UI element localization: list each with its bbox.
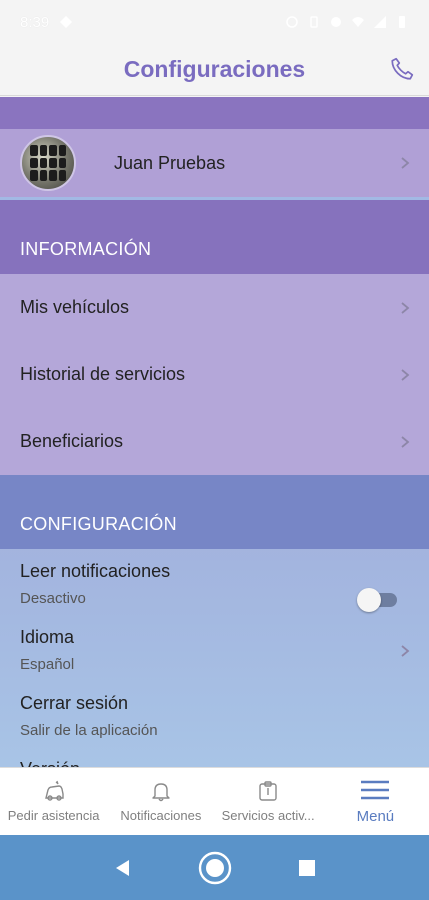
information-list: Mis vehículos Historial de servicios Ben…	[0, 274, 429, 475]
menu-item-service-history[interactable]: Historial de servicios	[0, 341, 429, 408]
clipboard-icon	[259, 781, 277, 801]
data-saver-icon	[331, 17, 341, 27]
wifi-icon	[352, 17, 364, 27]
nav-label: Notificaciones	[120, 808, 202, 823]
status-time: 8:39	[20, 13, 50, 31]
app-notification-icon	[60, 16, 73, 28]
status-bar: 8:39	[0, 0, 429, 44]
language-label: Idioma	[20, 627, 75, 647]
bottom-navigation: Pedir asistencia Notificaciones Servicio…	[0, 767, 429, 835]
call-button[interactable]	[385, 52, 419, 86]
toggle-knob	[357, 588, 381, 612]
settings-content[interactable]: Juan Pruebas INFORMACIÓN Mis vehículos H…	[0, 97, 429, 767]
menu-item-beneficiaries[interactable]: Beneficiarios	[0, 408, 429, 475]
avatar	[20, 135, 76, 191]
vibrate-icon	[310, 16, 318, 28]
hamburger-menu-icon	[361, 780, 390, 800]
notifications-status: Desactivo	[20, 590, 86, 607]
battery-icon	[399, 16, 405, 28]
page-title: Configuraciones	[123, 56, 306, 82]
phone-icon	[391, 57, 414, 80]
section-header-configuration: CONFIGURACIÓN	[0, 475, 429, 549]
logout-subtitle: Salir de la aplicación	[20, 722, 158, 739]
notifications-toggle[interactable]	[357, 588, 397, 612]
section-header-information: INFORMACIÓN	[0, 200, 429, 274]
notifications-label: Leer notificaciones	[20, 561, 171, 581]
alarm-icon	[286, 16, 298, 28]
profile-name: Juan Pruebas	[114, 152, 226, 173]
nav-active-services[interactable]: Servicios activ...	[215, 768, 322, 835]
menu-item-label: Mis vehículos	[20, 297, 130, 317]
setting-version: Versión	[0, 747, 429, 767]
logout-label: Cerrar sesión	[20, 693, 129, 713]
setting-language[interactable]: Idioma Español	[0, 615, 429, 681]
nav-request-assistance[interactable]: Pedir asistencia	[0, 768, 107, 835]
setting-logout[interactable]: Cerrar sesión Salir de la aplicación	[0, 681, 429, 747]
chevron-right-icon	[401, 301, 410, 314]
profile-row[interactable]: Juan Pruebas	[0, 129, 429, 197]
signal-icon	[374, 16, 386, 28]
nav-label: Pedir asistencia	[7, 808, 100, 823]
home-icon[interactable]	[197, 850, 233, 886]
chevron-right-icon	[401, 157, 410, 169]
menu-item-label: Beneficiarios	[20, 431, 124, 451]
back-icon[interactable]	[112, 857, 134, 879]
nav-label: Menú	[356, 808, 395, 825]
car-crash-icon	[44, 780, 64, 801]
menu-item-label: Historial de servicios	[20, 364, 186, 384]
nav-menu[interactable]: Menú	[322, 768, 429, 835]
chevron-right-icon	[401, 645, 410, 657]
system-navigation-bar	[0, 835, 429, 900]
setting-notifications[interactable]: Leer notificaciones Desactivo	[0, 549, 429, 615]
nav-notifications[interactable]: Notificaciones	[107, 768, 214, 835]
top-band	[0, 97, 429, 129]
recents-icon[interactable]	[297, 858, 317, 878]
app-header: Configuraciones	[0, 44, 429, 96]
menu-item-vehicles[interactable]: Mis vehículos	[0, 274, 429, 341]
language-value: Español	[20, 656, 75, 673]
version-label: Versión	[20, 759, 409, 767]
nav-label: Servicios activ...	[221, 808, 315, 823]
chevron-right-icon	[401, 368, 410, 381]
bell-icon	[152, 783, 170, 802]
chevron-right-icon	[401, 435, 410, 448]
